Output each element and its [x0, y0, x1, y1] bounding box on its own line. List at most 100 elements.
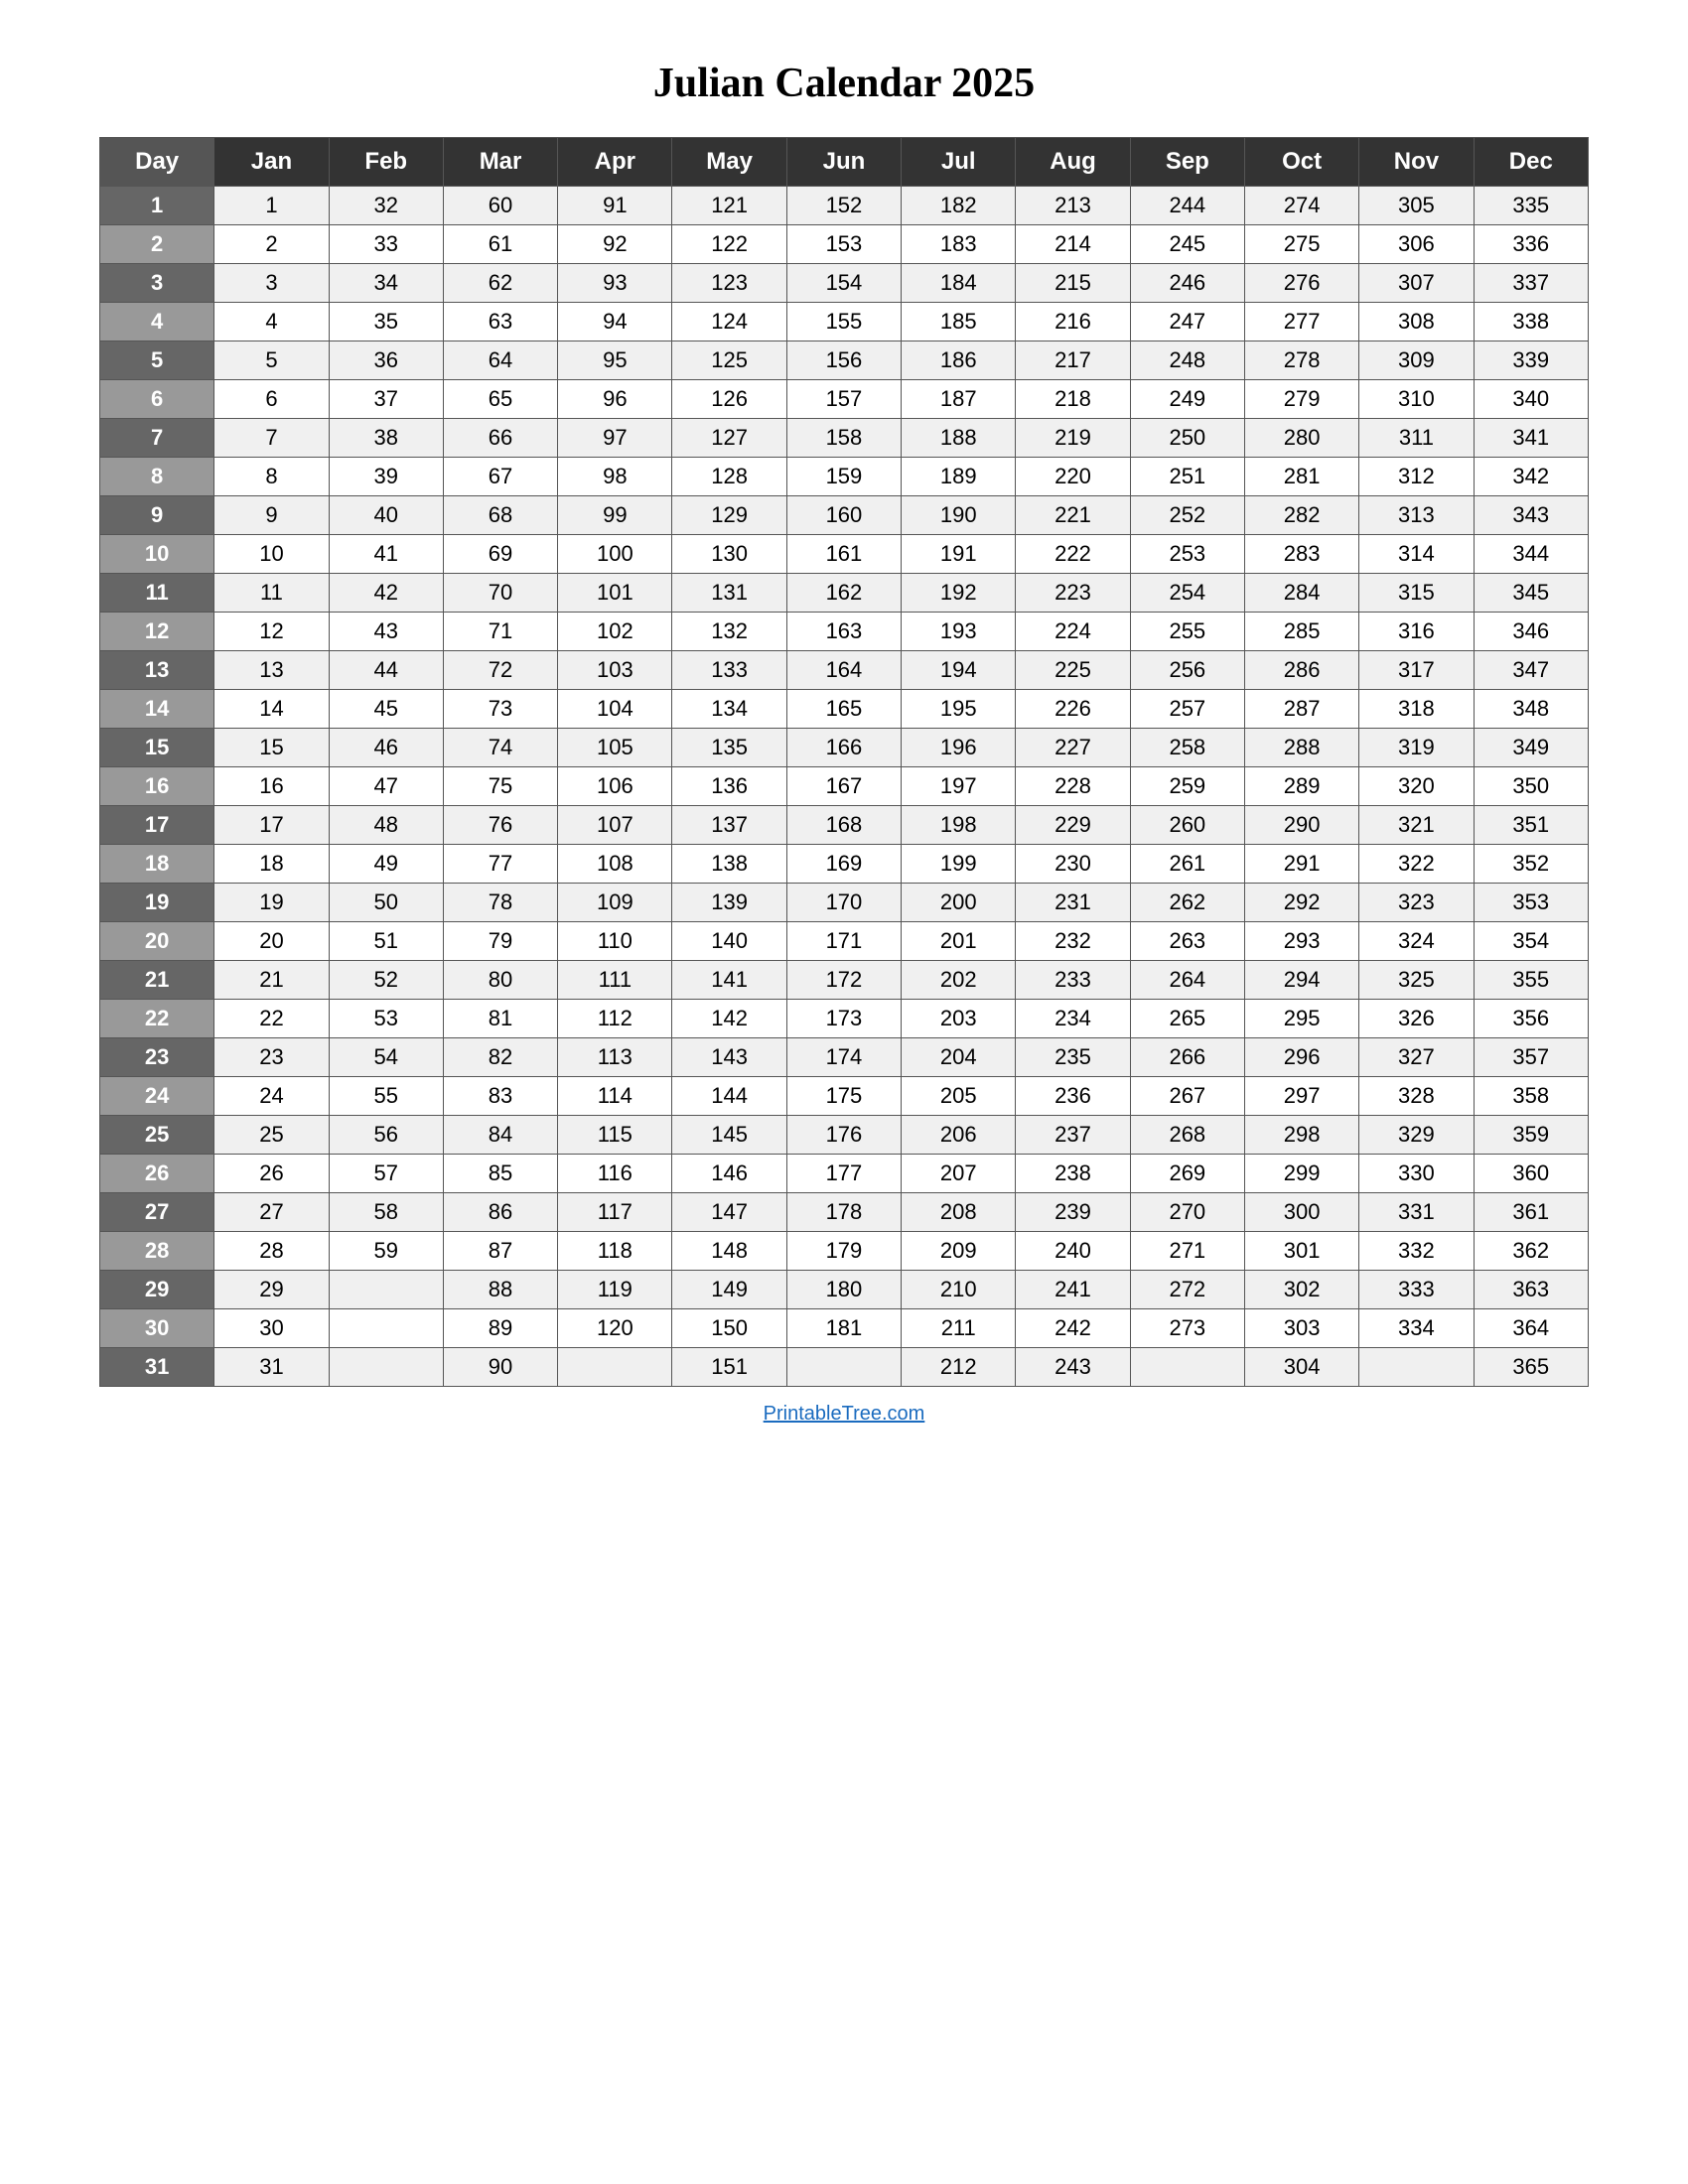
value-cell-jan: 29 — [214, 1271, 329, 1309]
value-cell-jan: 10 — [214, 535, 329, 574]
value-cell-aug: 227 — [1016, 729, 1130, 767]
value-cell-apr: 96 — [558, 380, 672, 419]
value-cell-jul: 184 — [902, 264, 1016, 303]
value-cell-aug: 215 — [1016, 264, 1130, 303]
value-cell-dec: 349 — [1474, 729, 1588, 767]
day-cell: 16 — [100, 767, 214, 806]
col-header-sep: Sep — [1130, 138, 1244, 187]
value-cell-sep: 252 — [1130, 496, 1244, 535]
table-row: 26265785116146177207238269299330360 — [100, 1155, 1589, 1193]
value-cell-mar: 86 — [443, 1193, 557, 1232]
value-cell-mar: 87 — [443, 1232, 557, 1271]
value-cell-jul: 187 — [902, 380, 1016, 419]
value-cell-sep: 269 — [1130, 1155, 1244, 1193]
value-cell-dec: 359 — [1474, 1116, 1588, 1155]
day-cell: 15 — [100, 729, 214, 767]
value-cell-jun: 160 — [786, 496, 901, 535]
value-cell-sep: 264 — [1130, 961, 1244, 1000]
table-row: 16164775106136167197228259289320350 — [100, 767, 1589, 806]
value-cell-jun: 166 — [786, 729, 901, 767]
value-cell-may: 132 — [672, 613, 786, 651]
value-cell-jun: 177 — [786, 1155, 901, 1193]
col-header-aug: Aug — [1016, 138, 1130, 187]
value-cell-jul: 193 — [902, 613, 1016, 651]
day-cell: 3 — [100, 264, 214, 303]
value-cell-jun: 163 — [786, 613, 901, 651]
value-cell-nov: 309 — [1359, 341, 1474, 380]
day-cell: 6 — [100, 380, 214, 419]
value-cell-jun: 155 — [786, 303, 901, 341]
col-header-day: Day — [100, 138, 214, 187]
value-cell-sep: 271 — [1130, 1232, 1244, 1271]
value-cell-feb: 55 — [329, 1077, 443, 1116]
value-cell-apr: 97 — [558, 419, 672, 458]
value-cell-aug: 223 — [1016, 574, 1130, 613]
value-cell-aug: 234 — [1016, 1000, 1130, 1038]
value-cell-aug: 219 — [1016, 419, 1130, 458]
value-cell-jul: 199 — [902, 845, 1016, 884]
value-cell-mar: 88 — [443, 1271, 557, 1309]
day-cell: 28 — [100, 1232, 214, 1271]
table-row: 11114270101131162192223254284315345 — [100, 574, 1589, 613]
value-cell-jun: 158 — [786, 419, 901, 458]
col-header-jun: Jun — [786, 138, 901, 187]
value-cell-sep: 253 — [1130, 535, 1244, 574]
value-cell-aug: 232 — [1016, 922, 1130, 961]
value-cell-jun: 165 — [786, 690, 901, 729]
value-cell-dec: 348 — [1474, 690, 1588, 729]
col-header-may: May — [672, 138, 786, 187]
value-cell-jan: 31 — [214, 1348, 329, 1387]
value-cell-oct: 284 — [1244, 574, 1358, 613]
value-cell-jul: 212 — [902, 1348, 1016, 1387]
value-cell-dec: 341 — [1474, 419, 1588, 458]
footer-link[interactable]: PrintableTree.com — [764, 1403, 925, 1426]
value-cell-oct: 303 — [1244, 1309, 1358, 1348]
value-cell-sep: 267 — [1130, 1077, 1244, 1116]
value-cell-sep: 248 — [1130, 341, 1244, 380]
value-cell-apr: 98 — [558, 458, 672, 496]
value-cell-jan: 24 — [214, 1077, 329, 1116]
value-cell-jul: 202 — [902, 961, 1016, 1000]
value-cell-nov: 325 — [1359, 961, 1474, 1000]
value-cell-oct: 285 — [1244, 613, 1358, 651]
value-cell-apr: 91 — [558, 187, 672, 225]
value-cell-jan: 3 — [214, 264, 329, 303]
value-cell-dec: 357 — [1474, 1038, 1588, 1077]
value-cell-jul: 208 — [902, 1193, 1016, 1232]
value-cell-jul: 196 — [902, 729, 1016, 767]
value-cell-feb: 56 — [329, 1116, 443, 1155]
value-cell-oct: 279 — [1244, 380, 1358, 419]
value-cell-jul: 183 — [902, 225, 1016, 264]
value-cell-dec: 364 — [1474, 1309, 1588, 1348]
value-cell-nov: 328 — [1359, 1077, 1474, 1116]
value-cell-oct: 277 — [1244, 303, 1358, 341]
value-cell-jun: 175 — [786, 1077, 901, 1116]
table-row: 292988119149180210241272302333363 — [100, 1271, 1589, 1309]
value-cell-apr: 108 — [558, 845, 672, 884]
col-header-mar: Mar — [443, 138, 557, 187]
value-cell-apr: 104 — [558, 690, 672, 729]
value-cell-mar: 76 — [443, 806, 557, 845]
value-cell-may: 129 — [672, 496, 786, 535]
value-cell-aug: 217 — [1016, 341, 1130, 380]
value-cell-jan: 2 — [214, 225, 329, 264]
value-cell-nov: 334 — [1359, 1309, 1474, 1348]
value-cell-jan: 14 — [214, 690, 329, 729]
day-cell: 4 — [100, 303, 214, 341]
value-cell-jun: 174 — [786, 1038, 901, 1077]
value-cell-aug: 235 — [1016, 1038, 1130, 1077]
value-cell-jun: 176 — [786, 1116, 901, 1155]
value-cell-nov: 329 — [1359, 1116, 1474, 1155]
table-row: 15154674105135166196227258288319349 — [100, 729, 1589, 767]
value-cell-feb: 50 — [329, 884, 443, 922]
value-cell-aug: 230 — [1016, 845, 1130, 884]
day-cell: 14 — [100, 690, 214, 729]
value-cell-nov: 321 — [1359, 806, 1474, 845]
value-cell-mar: 66 — [443, 419, 557, 458]
value-cell-apr: 101 — [558, 574, 672, 613]
value-cell-apr: 119 — [558, 1271, 672, 1309]
value-cell-apr: 117 — [558, 1193, 672, 1232]
value-cell-aug: 220 — [1016, 458, 1130, 496]
value-cell-dec: 362 — [1474, 1232, 1588, 1271]
value-cell-dec: 352 — [1474, 845, 1588, 884]
